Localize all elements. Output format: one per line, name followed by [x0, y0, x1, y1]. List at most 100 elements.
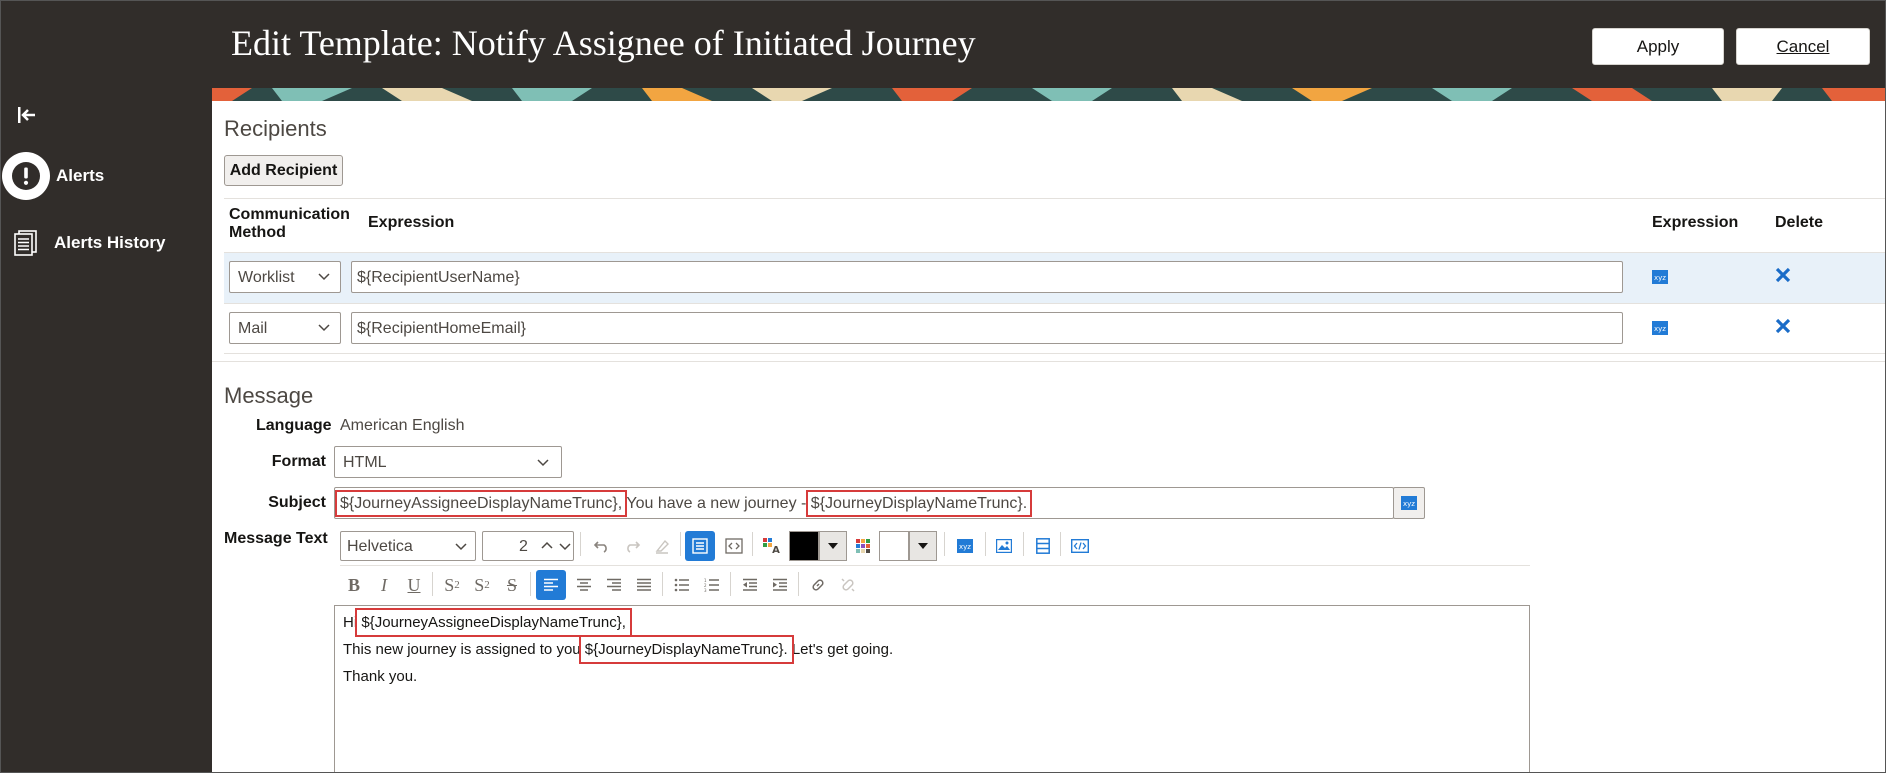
- recipients-table: Communication Method Expression Expressi…: [224, 198, 1886, 354]
- align-left-icon[interactable]: [536, 570, 566, 600]
- chevron-down-icon: [318, 273, 330, 281]
- subject-input[interactable]: ${JourneyAssigneeDisplayNameTrunc}, You …: [334, 487, 1394, 519]
- expression-builder-icon[interactable]: xyz: [1652, 321, 1668, 340]
- toolbar-separator: [730, 572, 731, 596]
- source-mode-icon[interactable]: [720, 531, 748, 561]
- svg-text:A: A: [772, 545, 780, 555]
- select-value: Worklist: [238, 269, 295, 286]
- editor-token-journey: ${JourneyDisplayNameTrunc}.: [578, 635, 794, 664]
- subject-token-journey: ${JourneyDisplayNameTrunc}.: [805, 490, 1033, 517]
- background-color-swatch[interactable]: [879, 531, 909, 561]
- message-text-label: Message Text: [224, 530, 328, 547]
- bold-icon[interactable]: B: [340, 570, 368, 600]
- chevron-down-icon[interactable]: [559, 541, 571, 551]
- alert-circle-icon: [2, 152, 50, 200]
- indent-icon[interactable]: [766, 570, 794, 600]
- side-navigation: Alerts Alerts History: [0, 0, 212, 773]
- column-header-expression-builder: Expression: [1652, 214, 1739, 231]
- italic-icon[interactable]: I: [370, 570, 398, 600]
- text-color-dropdown[interactable]: [819, 531, 847, 561]
- link-icon[interactable]: [804, 570, 832, 600]
- toolbar-separator: [432, 572, 433, 596]
- background-color-icon[interactable]: [849, 531, 877, 561]
- undo-icon[interactable]: [588, 531, 616, 561]
- insert-expression-icon[interactable]: xyz: [951, 531, 979, 561]
- align-right-icon[interactable]: [600, 570, 628, 600]
- table-header: Communication Method Expression Expressi…: [224, 198, 1886, 252]
- subject-expression-builder-button[interactable]: xyz: [1393, 487, 1425, 519]
- svg-text:xyz: xyz: [959, 543, 971, 551]
- message-section-title: Message: [224, 383, 314, 408]
- background-color-dropdown[interactable]: [909, 531, 937, 561]
- rich-text-mode-icon[interactable]: [685, 531, 715, 561]
- toolbar-separator: [798, 572, 799, 596]
- insert-image-icon[interactable]: [990, 531, 1018, 561]
- caret-down-icon: [918, 543, 928, 549]
- bulleted-list-icon[interactable]: [668, 570, 696, 600]
- communication-method-select[interactable]: Worklist: [229, 261, 341, 293]
- expression-input[interactable]: ${RecipientUserName}: [351, 261, 1623, 293]
- subject-token-assignee: ${JourneyAssigneeDisplayNameTrunc},: [334, 490, 628, 517]
- chevron-down-icon: [537, 459, 549, 467]
- chevron-up-icon[interactable]: [541, 541, 553, 551]
- language-value: American English: [340, 417, 465, 434]
- strikethrough-icon[interactable]: S: [498, 570, 526, 600]
- editor-text: This new journey is assigned to you: [343, 641, 585, 658]
- subscript-icon[interactable]: S2: [438, 570, 466, 600]
- text-color-icon[interactable]: A: [758, 531, 786, 561]
- align-center-icon[interactable]: [570, 570, 598, 600]
- toolbar-separator: [944, 532, 945, 556]
- editor-toolbar-primary: Helvetica 2 A xyz: [340, 524, 1530, 564]
- numbered-list-icon[interactable]: 123: [698, 570, 726, 600]
- editor-toolbar-formatting: B I U S2 S2 S 123: [340, 565, 1530, 603]
- message-text-editor[interactable]: Hi ${JourneyAssigneeDisplayNameTrunc}, T…: [334, 605, 1530, 773]
- format-label: Format: [271, 453, 326, 470]
- delete-icon[interactable]: [1775, 318, 1791, 339]
- underline-icon[interactable]: U: [400, 570, 428, 600]
- select-value: Mail: [238, 320, 268, 337]
- collapse-panel-icon[interactable]: [14, 103, 40, 127]
- toolbar-separator: [985, 532, 986, 556]
- editor-token-assignee: ${JourneyAssigneeDisplayNameTrunc},: [355, 608, 632, 637]
- table-row[interactable]: Mail ${RecipientHomeEmail} xyz: [224, 303, 1886, 354]
- delete-icon[interactable]: [1775, 267, 1791, 288]
- recipients-section-title: Recipients: [224, 116, 327, 141]
- insert-table-icon[interactable]: [1029, 531, 1057, 561]
- outdent-icon[interactable]: [736, 570, 764, 600]
- font-size-stepper[interactable]: 2: [482, 531, 574, 561]
- chevron-down-icon: [318, 324, 330, 332]
- toolbar-separator: [662, 572, 663, 596]
- font-family-select[interactable]: Helvetica: [340, 531, 476, 561]
- toolbar-separator: [680, 532, 681, 556]
- toolbar-separator: [580, 532, 581, 556]
- apply-button[interactable]: Apply: [1592, 28, 1724, 65]
- toolbar-separator: [1023, 532, 1024, 556]
- sidebar-item-label: Alerts History: [54, 233, 166, 252]
- text-color-swatch[interactable]: [789, 531, 819, 561]
- chevron-down-icon: [455, 543, 467, 551]
- unlink-icon[interactable]: [834, 570, 862, 600]
- justify-icon[interactable]: [630, 570, 658, 600]
- format-select[interactable]: HTML: [334, 446, 562, 478]
- add-recipient-button[interactable]: Add Recipient: [224, 155, 343, 186]
- editor-text: Hi: [343, 614, 362, 631]
- editor-line: Thank you.: [343, 668, 1529, 699]
- superscript-icon[interactable]: S2: [468, 570, 496, 600]
- main-content: Recipients Add Recipient Communication M…: [212, 101, 1886, 773]
- column-header-expression: Expression: [368, 214, 455, 231]
- cancel-button[interactable]: Cancel: [1736, 28, 1870, 65]
- font-family-value: Helvetica: [347, 538, 413, 555]
- language-label: Language: [256, 417, 332, 434]
- expression-input[interactable]: ${RecipientHomeEmail}: [351, 312, 1623, 344]
- insert-html-icon[interactable]: [1066, 531, 1094, 561]
- redo-icon[interactable]: [618, 531, 646, 561]
- svg-text:xyz: xyz: [1403, 500, 1415, 508]
- page-title: Edit Template: Notify Assignee of Initia…: [231, 23, 976, 63]
- sidebar-item-alerts[interactable]: Alerts: [0, 151, 212, 201]
- communication-method-select[interactable]: Mail: [229, 312, 341, 344]
- sidebar-item-alerts-history[interactable]: Alerts History: [0, 218, 212, 268]
- expression-builder-icon[interactable]: xyz: [1652, 270, 1668, 289]
- table-row[interactable]: Worklist ${RecipientUserName} xyz: [224, 252, 1886, 303]
- clear-format-icon[interactable]: [648, 531, 676, 561]
- editor-text: Let's get going.: [787, 641, 894, 658]
